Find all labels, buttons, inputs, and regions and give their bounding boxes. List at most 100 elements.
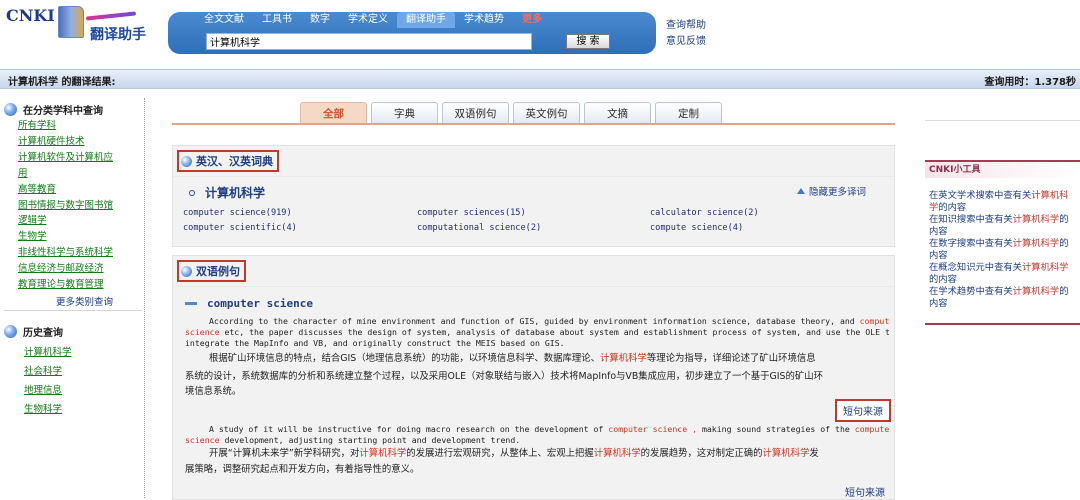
- bilingual-term-row: computer science: [185, 297, 313, 310]
- arrow-up-icon: [797, 188, 805, 194]
- panel-rule: [173, 286, 894, 287]
- help-link[interactable]: 查询帮助: [666, 18, 706, 34]
- category-item[interactable]: 图书情报与数字图书馆: [18, 198, 113, 214]
- category-item[interactable]: 计算机软件及计算机应: [18, 150, 113, 166]
- dictionary-term: 计算机科学: [205, 186, 266, 200]
- bilingual-term: computer science: [207, 297, 313, 310]
- result-title: 计算机科学 的翻译结果:: [8, 77, 116, 88]
- translation-item[interactable]: computer science(919): [183, 208, 417, 218]
- example1-english-line3: integrate the MapInfo and VB, and origin…: [185, 338, 565, 348]
- content-tabs: 全部 字典 双语例句 英文例句 文摘 定制: [300, 102, 726, 124]
- sidebar-divider: [144, 98, 145, 498]
- category-item[interactable]: 计算机硬件技术: [18, 134, 113, 150]
- translation-item[interactable]: computational science(2): [417, 223, 650, 233]
- header-links: 查询帮助 意见反馈: [666, 18, 706, 50]
- tools-title: CNKI小工具: [925, 160, 1080, 178]
- hide-more-text: 隐藏更多译词: [809, 187, 867, 198]
- category-item[interactable]: 教育理论与教育管理: [18, 277, 113, 293]
- tool-link-concept-knowledge[interactable]: 在概念知识元中查有关计算机科学 的内容: [929, 262, 1079, 285]
- hide-more-translations-link[interactable]: 隐藏更多译词: [797, 184, 866, 198]
- example1-chinese-line1: 根据矿山环境信息的特点，结合GIS（地理信息系统）的功能，以环境信息科学、数据库…: [209, 353, 816, 364]
- category-item[interactable]: 信息经济与邮政经济: [18, 261, 113, 277]
- example1-english-line2: science etc, the paper discusses the des…: [185, 327, 889, 337]
- search-button[interactable]: 搜 索: [566, 34, 610, 49]
- search-input[interactable]: [206, 33, 532, 50]
- more-categories-link[interactable]: 更多类别查询: [56, 294, 113, 308]
- history-heading-text: 历史查询: [23, 328, 63, 339]
- tab-translation-assistant[interactable]: 翻译助手: [397, 12, 455, 28]
- category-heading-text: 在分类学科中查询: [23, 106, 103, 117]
- history-list: 计算机科学 社会科学 地理信息 生物科学: [24, 343, 72, 419]
- translation-item[interactable]: calculator science(2): [650, 208, 883, 218]
- panel-rule: [173, 176, 894, 177]
- category-item[interactable]: 高等教育: [18, 182, 113, 198]
- section-bullet-icon: [181, 265, 192, 277]
- history-heading: 历史查询: [4, 324, 63, 339]
- tab-more[interactable]: 更多: [513, 12, 551, 28]
- tab-english-examples[interactable]: 英文例句: [513, 102, 580, 124]
- tool-link-number-search[interactable]: 在数字搜索中查有关计算机科学的 内容: [929, 238, 1079, 261]
- category-item[interactable]: 用: [18, 166, 113, 182]
- bilingual-panel-title: 双语例句: [177, 260, 246, 282]
- tab-fulltext[interactable]: 全文文献: [195, 12, 253, 28]
- category-item[interactable]: 生物学: [18, 229, 113, 245]
- sentence-source-link[interactable]: 短句来源: [835, 399, 891, 422]
- panel-bottom-rule: [925, 323, 1080, 325]
- tool-link-academic-trends[interactable]: 在学术趋势中查有关计算机科学的 内容: [929, 286, 1079, 309]
- tab-abstracts[interactable]: 文摘: [584, 102, 651, 124]
- tab-customize[interactable]: 定制: [655, 102, 722, 124]
- example2-chinese-line2: 展策略，调整研究起点和开发方向，有着指导性的意义。: [185, 464, 420, 475]
- dictionary-panel-title: 英汉、汉英词典: [177, 150, 279, 172]
- example2-english-line1: A study of it will be instructive for do…: [209, 424, 889, 434]
- category-item[interactable]: 所有学科: [18, 118, 113, 134]
- tab-all[interactable]: 全部: [300, 102, 367, 124]
- book-icon: [58, 6, 84, 38]
- tab-reference-books[interactable]: 工具书: [253, 12, 301, 28]
- translation-item[interactable]: computer scientific(4): [183, 223, 417, 233]
- dictionary-panel: 英汉、汉英词典 计算机科学 隐藏更多译词 computer science(91…: [172, 145, 895, 247]
- history-item[interactable]: 社会科学: [24, 362, 72, 381]
- category-item[interactable]: 逻辑学: [18, 213, 113, 229]
- tab-academic-definition[interactable]: 学术定义: [339, 12, 397, 28]
- tab-numbers[interactable]: 数字: [301, 12, 339, 28]
- history-item[interactable]: 生物科学: [24, 400, 72, 419]
- bilingual-title-text: 双语例句: [196, 265, 240, 278]
- logo-swoosh: [85, 11, 137, 21]
- category-heading: 在分类学科中查询: [4, 102, 103, 117]
- tool-link-knowledge-search[interactable]: 在知识搜索中查有关计算机科学的 内容: [929, 214, 1079, 237]
- section-bullet-icon: [181, 155, 192, 167]
- header: CNKI 翻译助手 全文文献 工具书 数字 学术定义 翻译助手 学术趋势 更多 …: [0, 0, 1080, 68]
- category-list: 所有学科 计算机硬件技术 计算机软件及计算机应 用 高等教育 图书情报与数字图书…: [18, 118, 113, 293]
- tab-bilingual-examples[interactable]: 双语例句: [442, 102, 509, 124]
- tabs-underline: [172, 123, 895, 125]
- cnki-tools-panel: CNKI小工具 在英文学术搜索中查有关计算机科 学的内容 在知识搜索中查有关计算机…: [925, 120, 1080, 500]
- globe-icon: [4, 103, 17, 116]
- tab-academic-trends[interactable]: 学术趋势: [455, 12, 513, 28]
- tool-link-english-search[interactable]: 在英文学术搜索中查有关计算机科 学的内容: [929, 190, 1079, 213]
- cnki-logo[interactable]: CNKI 翻译助手: [4, 2, 154, 46]
- bilingual-examples-panel: 双语例句 computer science According to the c…: [172, 255, 895, 500]
- feedback-link[interactable]: 意见反馈: [666, 34, 706, 50]
- sidebar-separator: [4, 310, 142, 311]
- top-nav-tabs: 全文文献 工具书 数字 学术定义 翻译助手 学术趋势 更多: [195, 12, 551, 28]
- logo-brand: CNKI: [6, 6, 55, 25]
- category-item[interactable]: 非线性科学与系统科学: [18, 245, 113, 261]
- example1-english-line1: According to the character of mine envir…: [209, 316, 889, 326]
- result-bar: 计算机科学 的翻译结果: 查询用时：1.378秒: [0, 69, 1080, 89]
- example1-chinese-line3: 境信息系统。: [185, 386, 242, 397]
- sentence-source-link[interactable]: 短句来源: [845, 484, 885, 499]
- translation-item[interactable]: computer sciences(15): [417, 208, 650, 218]
- query-time: 查询用时：1.378秒: [984, 77, 1076, 88]
- dictionary-title-text: 英汉、汉英词典: [196, 155, 273, 168]
- history-item[interactable]: 计算机科学: [24, 343, 72, 362]
- history-item[interactable]: 地理信息: [24, 381, 72, 400]
- globe-icon: [4, 325, 17, 338]
- logo-product-name: 翻译助手: [90, 27, 146, 43]
- circle-bullet-icon: [189, 189, 195, 196]
- left-sidebar: 在分类学科中查询 所有学科 计算机硬件技术 计算机软件及计算机应 用 高等教育 …: [0, 90, 150, 500]
- translation-grid: computer science(919) computer sciences(…: [183, 208, 883, 233]
- collapse-dash-icon[interactable]: [185, 302, 197, 305]
- tab-dictionary[interactable]: 字典: [371, 102, 438, 124]
- panel-top-rule: [925, 120, 1080, 121]
- translation-item[interactable]: compute science(4): [650, 223, 883, 233]
